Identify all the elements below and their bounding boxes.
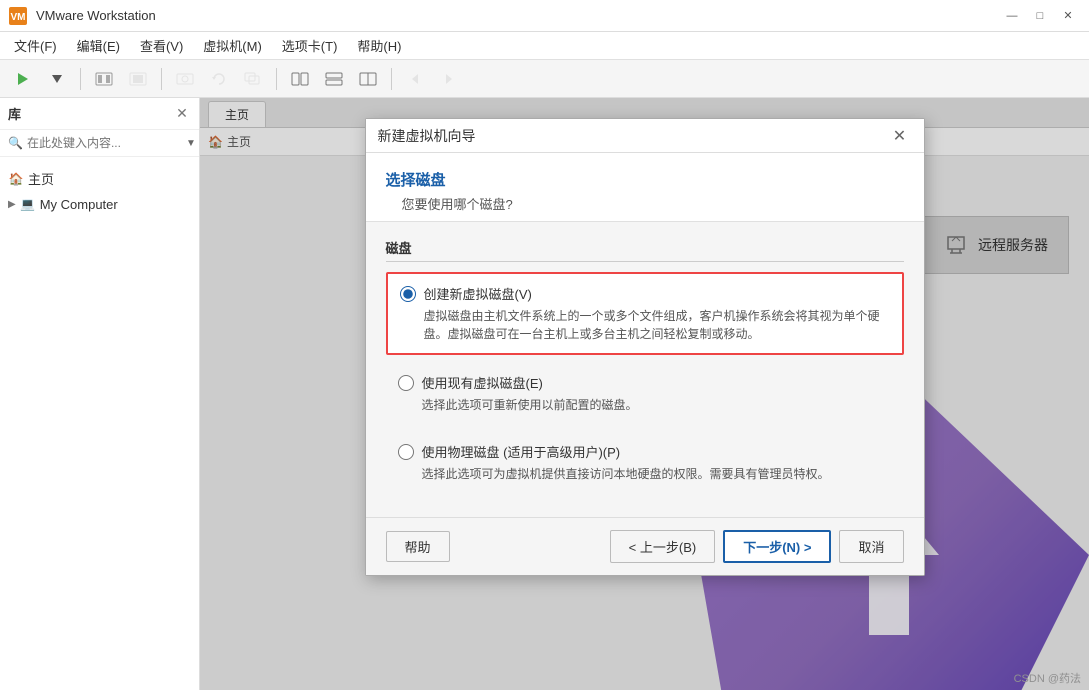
- sidebar-search-bar: 🔍 ▼: [0, 130, 199, 157]
- search-dropdown-icon[interactable]: ▼: [186, 138, 196, 149]
- sidebar-title: 库: [8, 104, 21, 123]
- revert-button[interactable]: [204, 65, 234, 93]
- help-button[interactable]: 帮助: [386, 531, 450, 562]
- dialog-close-button[interactable]: ✕: [888, 124, 912, 148]
- toolbar-dropdown[interactable]: [42, 65, 72, 93]
- radio-use-physical[interactable]: [398, 444, 414, 460]
- dialog-header-title: 选择磁盘: [386, 169, 904, 190]
- snapshot-manager-button[interactable]: [238, 65, 268, 93]
- radio-use-existing[interactable]: [398, 375, 414, 391]
- toolbar-separator-4: [391, 68, 392, 90]
- menu-view[interactable]: 查看(V): [130, 32, 193, 59]
- play-button[interactable]: [8, 65, 38, 93]
- option-use-physical-desc: 选择此选项可为虚拟机提供直接访问本地硬盘的权限。需要具有管理员特权。: [422, 465, 830, 483]
- toolbar-separator-1: [80, 68, 81, 90]
- sidebar-close-button[interactable]: ✕: [173, 105, 191, 123]
- app-logo: VM: [8, 6, 28, 26]
- toolbar: [0, 60, 1089, 98]
- option-use-existing-label: 使用现有虚拟磁盘(E): [422, 373, 638, 392]
- radio-create-new[interactable]: [400, 286, 416, 302]
- sidebar: 库 ✕ 🔍 ▼ 🏠 主页 ▶ 💻 My Computer: [0, 98, 200, 690]
- sidebar-item-my-computer[interactable]: ▶ 💻 My Computer: [0, 192, 199, 216]
- toolbar-separator-3: [276, 68, 277, 90]
- snapshot-button[interactable]: [170, 65, 200, 93]
- footer-left: 帮助: [386, 531, 450, 562]
- option-create-new-labels: 创建新虚拟磁盘(V) 虚拟磁盘由主机文件系统上的一个或多个文件组成，客户机操作系…: [424, 284, 890, 343]
- stop-button[interactable]: [123, 65, 153, 93]
- menu-edit[interactable]: 编辑(E): [67, 32, 130, 59]
- layout-btn-3[interactable]: [353, 65, 383, 93]
- title-bar: VM VMware Workstation — □ ✕: [0, 0, 1089, 32]
- layout-btn-2[interactable]: [319, 65, 349, 93]
- forward-button[interactable]: [434, 65, 464, 93]
- window-controls: — □ ✕: [999, 5, 1081, 27]
- back-button[interactable]: < 上一步(B): [610, 530, 716, 563]
- search-input[interactable]: [27, 136, 182, 150]
- option-create-new-label: 创建新虚拟磁盘(V): [424, 284, 890, 303]
- maximize-button[interactable]: □: [1027, 5, 1053, 27]
- home-icon: 🏠: [8, 171, 24, 187]
- menu-vm[interactable]: 虚拟机(M): [193, 32, 272, 59]
- dialog-section-label: 磁盘: [386, 238, 904, 262]
- dialog-body: 磁盘 创建新虚拟磁盘(V) 虚拟磁盘由主机文件系统上的一个或多个文件组成，客户机…: [366, 222, 924, 517]
- option-create-new-desc: 虚拟磁盘由主机文件系统上的一个或多个文件组成，客户机操作系统会将其视为单个硬盘。…: [424, 307, 890, 343]
- sidebar-nav: 🏠 主页 ▶ 💻 My Computer: [0, 157, 199, 224]
- option-use-existing-desc: 选择此选项可重新使用以前配置的磁盘。: [422, 396, 638, 414]
- dialog-titlebar: 新建虚拟机向导 ✕: [366, 119, 924, 153]
- option-use-existing[interactable]: 使用现有虚拟磁盘(E) 选择此选项可重新使用以前配置的磁盘。: [386, 363, 904, 424]
- footer-right: < 上一步(B) 下一步(N) > 取消: [610, 530, 904, 563]
- cancel-button[interactable]: 取消: [839, 530, 903, 563]
- computer-icon: 💻: [20, 196, 36, 212]
- sidebar-home-label: 主页: [28, 169, 54, 188]
- next-button[interactable]: 下一步(N) >: [723, 530, 831, 563]
- dialog-header-subtitle: 您要使用哪个磁盘?: [402, 194, 904, 213]
- menu-file[interactable]: 文件(F): [4, 32, 67, 59]
- content-area: 主页 🏠 主页 远程服务器: [200, 98, 1089, 690]
- back-button[interactable]: [400, 65, 430, 93]
- option-create-new[interactable]: 创建新虚拟磁盘(V) 虚拟磁盘由主机文件系统上的一个或多个文件组成，客户机操作系…: [386, 272, 904, 355]
- dialog: 新建虚拟机向导 ✕ 选择磁盘 您要使用哪个磁盘? 磁盘 创建新虚拟磁盘(V): [365, 118, 925, 576]
- sidebar-item-home[interactable]: 🏠 主页: [0, 165, 199, 192]
- minimize-button[interactable]: —: [999, 5, 1025, 27]
- sidebar-my-computer-label: My Computer: [40, 197, 118, 212]
- dialog-title: 新建虚拟机向导: [378, 126, 888, 146]
- menu-help[interactable]: 帮助(H): [347, 32, 411, 59]
- close-button[interactable]: ✕: [1055, 5, 1081, 27]
- suspend-button[interactable]: [89, 65, 119, 93]
- svg-text:VM: VM: [11, 12, 26, 23]
- main-layout: 库 ✕ 🔍 ▼ 🏠 主页 ▶ 💻 My Computer 主页: [0, 98, 1089, 690]
- dialog-footer: 帮助 < 上一步(B) 下一步(N) > 取消: [366, 517, 924, 575]
- option-use-physical[interactable]: 使用物理磁盘 (适用于高级用户)(P) 选择此选项可为虚拟机提供直接访问本地硬盘…: [386, 432, 904, 493]
- layout-btn-1[interactable]: [285, 65, 315, 93]
- menu-bar: 文件(F) 编辑(E) 查看(V) 虚拟机(M) 选项卡(T) 帮助(H): [0, 32, 1089, 60]
- dialog-header: 选择磁盘 您要使用哪个磁盘?: [366, 153, 924, 222]
- dialog-overlay: 新建虚拟机向导 ✕ 选择磁盘 您要使用哪个磁盘? 磁盘 创建新虚拟磁盘(V): [200, 98, 1089, 690]
- option-use-physical-label: 使用物理磁盘 (适用于高级用户)(P): [422, 442, 830, 461]
- sidebar-header: 库 ✕: [0, 98, 199, 130]
- option-use-physical-labels: 使用物理磁盘 (适用于高级用户)(P) 选择此选项可为虚拟机提供直接访问本地硬盘…: [422, 442, 830, 483]
- search-icon: 🔍: [8, 136, 23, 150]
- app-title: VMware Workstation: [36, 8, 999, 23]
- toolbar-separator-2: [161, 68, 162, 90]
- option-use-existing-labels: 使用现有虚拟磁盘(E) 选择此选项可重新使用以前配置的磁盘。: [422, 373, 638, 414]
- expand-icon: ▶: [8, 199, 16, 210]
- menu-tab[interactable]: 选项卡(T): [272, 32, 348, 59]
